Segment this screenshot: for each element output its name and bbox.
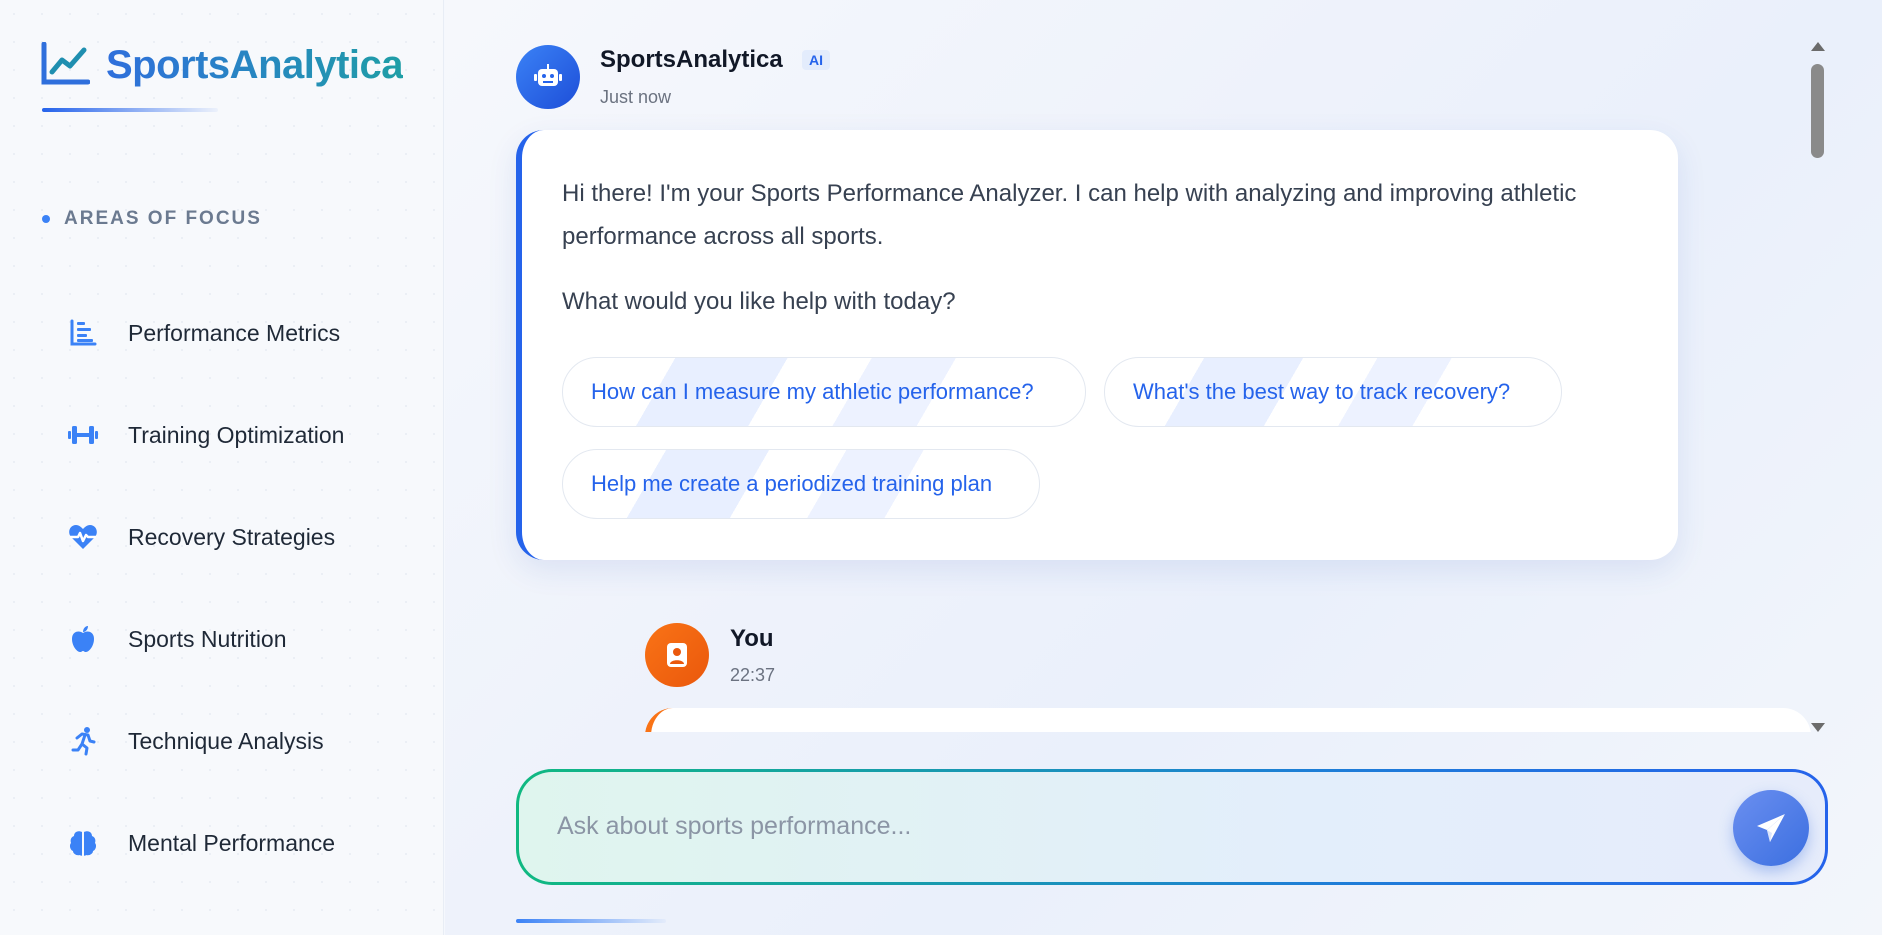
bot-timestamp: Just now [600, 87, 672, 107]
chat-scrollbar[interactable] [1808, 40, 1828, 732]
user-name: You [730, 625, 774, 652]
bot-message-prompt: What would you like help with today? [562, 288, 956, 315]
scroll-up-arrow-icon[interactable] [1811, 42, 1825, 51]
brand-name: SportsAnalytica [106, 42, 404, 87]
sidebar-item-technique-analysis[interactable]: Technique Analysis [66, 690, 344, 792]
chat-main: SportsAnalytica AI Just now Hi there! I'… [445, 0, 1882, 935]
user-message [645, 708, 1811, 732]
line-chart-icon [41, 42, 90, 85]
sidebar-item-label: Performance Metrics [128, 319, 341, 346]
chat-input-container [516, 769, 1828, 885]
bottom-divider-accent [516, 919, 666, 923]
sidebar: SportsAnalytica AREAS OF FOCUS Performan… [0, 0, 444, 935]
bot-message: Hi there! I'm your Sports Performance An… [516, 130, 1678, 560]
heart-pulse-icon [66, 520, 100, 554]
sidebar-item-sports-nutrition[interactable]: Sports Nutrition [66, 588, 344, 690]
scroll-down-arrow-icon[interactable] [1811, 723, 1825, 732]
running-icon [66, 724, 100, 758]
suggestion-chip[interactable]: How can I measure my athletic performanc… [562, 357, 1086, 427]
robot-icon [534, 64, 562, 86]
brand-underline [42, 108, 218, 112]
paper-plane-icon [1757, 814, 1785, 842]
focus-heading-label: AREAS OF FOCUS [64, 208, 262, 229]
send-button[interactable] [1733, 790, 1809, 866]
bar-chart-icon [66, 316, 100, 350]
brain-icon [66, 826, 100, 860]
sidebar-item-label: Training Optimization [128, 421, 345, 448]
focus-nav: Performance Metrics Training Optimizatio… [66, 282, 344, 894]
sidebar-item-label: Sports Nutrition [128, 625, 287, 652]
sidebar-item-training-optimization[interactable]: Training Optimization [66, 384, 344, 486]
sidebar-item-label: Mental Performance [128, 829, 336, 856]
suggestion-chip[interactable]: Help me create a periodized training pla… [562, 449, 1040, 519]
chat-input-box [519, 772, 1825, 882]
bot-message-text: Hi there! I'm your Sports Performance An… [562, 180, 1577, 250]
apple-icon [66, 622, 100, 656]
focus-heading: AREAS OF FOCUS [42, 208, 262, 230]
sidebar-item-label: Technique Analysis [128, 727, 324, 754]
user-icon [667, 643, 687, 667]
chat-messages[interactable]: SportsAnalytica AI Just now Hi there! I'… [445, 0, 1825, 732]
sidebar-item-label: Recovery Strategies [128, 523, 336, 550]
bottom-divider [516, 919, 1828, 923]
chat-input[interactable] [555, 804, 1705, 848]
bot-avatar [516, 45, 580, 109]
bot-name: SportsAnalytica [600, 46, 783, 73]
sidebar-item-mental-performance[interactable]: Mental Performance [66, 792, 344, 894]
sidebar-item-recovery-strategies[interactable]: Recovery Strategies [66, 486, 344, 588]
bullet-dot [42, 215, 50, 223]
user-timestamp: 22:37 [730, 665, 776, 685]
sidebar-item-performance-metrics[interactable]: Performance Metrics [66, 282, 344, 384]
dumbbell-icon [66, 418, 100, 452]
brand[interactable]: SportsAnalytica [40, 42, 404, 88]
suggestion-chip[interactable]: What's the best way to track recovery? [1104, 357, 1562, 427]
scroll-thumb[interactable] [1811, 64, 1824, 158]
ai-badge: AI [802, 50, 830, 70]
user-avatar [645, 623, 709, 687]
